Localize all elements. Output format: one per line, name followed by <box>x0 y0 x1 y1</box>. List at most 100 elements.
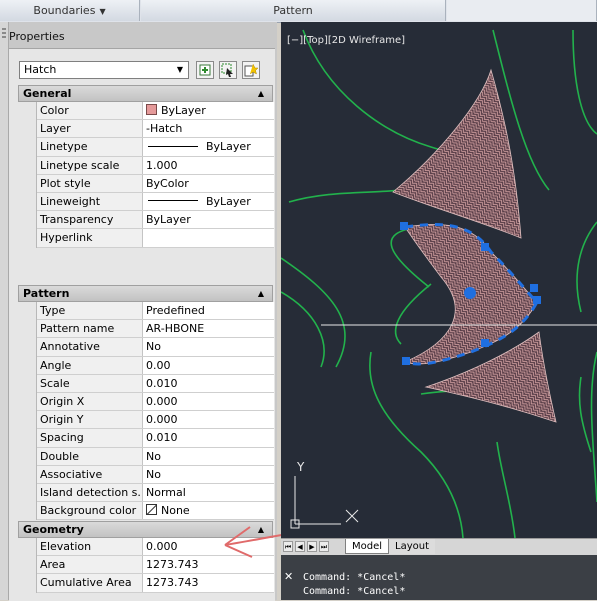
property-value[interactable]: 0.000 <box>143 538 274 556</box>
property-value[interactable]: 0.00 <box>143 356 274 374</box>
property-name: Elevation <box>37 538 143 556</box>
collapse-icon: ▲ <box>257 525 264 534</box>
property-value[interactable]: AR-HBONE <box>143 320 274 338</box>
close-icon[interactable]: ✕ <box>284 570 293 583</box>
property-row-annotative[interactable]: Annotative No <box>37 338 274 357</box>
section-title: General <box>23 87 72 100</box>
property-name: Transparency <box>37 211 143 229</box>
property-row-origin-x[interactable]: Origin X 0.000 <box>37 392 274 412</box>
property-row-background-color[interactable]: Background color None <box>37 502 274 521</box>
select-objects-icon <box>221 63 233 77</box>
property-row-area[interactable]: Area 1273.743 <box>37 556 274 575</box>
property-row-linetype[interactable]: Linetype ByLayer <box>37 138 274 157</box>
property-name: Plot style <box>37 174 143 192</box>
property-value[interactable]: Predefined <box>143 302 274 320</box>
property-row-linetype-scale[interactable]: Linetype scale 1.000 <box>37 156 274 175</box>
next-tab-button[interactable]: ▶ <box>307 541 317 552</box>
property-row-cumulative-area[interactable]: Cumulative Area 1273.743 <box>37 574 274 593</box>
property-value[interactable]: ByColor <box>143 174 274 192</box>
property-value[interactable]: No <box>143 338 274 356</box>
drawing-viewport[interactable]: Y [−][Top][2D Wireframe] <box>281 22 597 538</box>
chevron-down-icon: ▼ <box>99 7 106 16</box>
ribbon-panel-boundaries[interactable]: Boundaries ▼ <box>0 0 140 21</box>
property-value[interactable]: 0.000 <box>143 392 274 411</box>
property-value[interactable]: ByLayer <box>143 138 274 156</box>
property-row-pattern-name[interactable]: Pattern name AR-HBONE <box>37 320 274 339</box>
property-row-angle[interactable]: Angle 0.00 <box>37 356 274 375</box>
property-row-plot-style[interactable]: Plot style ByColor <box>37 174 274 193</box>
property-value[interactable]: None <box>143 502 274 520</box>
palette-title: Properties <box>9 30 65 43</box>
property-name: Origin X <box>37 392 143 411</box>
property-value-text: None <box>161 504 190 518</box>
property-value[interactable]: No <box>143 447 274 465</box>
command-line[interactable]: ✕ Command: *Cancel* Command: *Cancel* <box>281 555 597 600</box>
property-row-origin-y[interactable]: Origin Y 0.000 <box>37 411 274 430</box>
property-row-spacing[interactable]: Spacing 0.010 <box>37 429 274 448</box>
toggle-pickadd-button[interactable] <box>196 61 214 79</box>
property-name: Layer <box>37 120 143 138</box>
property-name: Angle <box>37 356 143 374</box>
property-row-hyperlink[interactable]: Hyperlink <box>37 229 274 248</box>
pattern-label: Pattern <box>273 4 313 17</box>
property-row-type[interactable]: Type Predefined <box>37 302 274 321</box>
palette-title-bar[interactable] <box>0 22 9 600</box>
property-row-lineweight[interactable]: Lineweight ByLayer <box>37 192 274 212</box>
property-value[interactable]: No <box>143 465 274 483</box>
property-value[interactable]: ByLayer <box>143 102 274 120</box>
section-general-header[interactable]: General ▲ <box>18 85 273 102</box>
drawing-canvas[interactable]: Y <box>281 22 597 538</box>
general-grid: Color ByLayer Layer -Hatch Linetype ByLayer… <box>36 102 274 248</box>
last-tab-button[interactable]: ⏭ <box>319 541 329 552</box>
first-tab-button[interactable]: ⏮ <box>283 541 293 552</box>
section-pattern-header[interactable]: Pattern ▲ <box>18 285 273 302</box>
ribbon-panel-pattern[interactable]: Pattern <box>141 0 446 21</box>
property-value[interactable] <box>143 229 274 247</box>
property-value[interactable]: -Hatch <box>143 120 274 138</box>
property-value[interactable]: 1273.743 <box>143 574 274 592</box>
ucs-icon <box>290 476 359 529</box>
property-value[interactable]: 1.000 <box>143 156 274 174</box>
property-name: Cumulative Area <box>37 574 143 592</box>
property-value[interactable]: Normal <box>143 483 274 502</box>
property-row-scale[interactable]: Scale 0.010 <box>37 374 274 393</box>
tab-model[interactable]: Model <box>345 539 390 554</box>
section-title: Geometry <box>23 523 84 536</box>
property-row-color[interactable]: Color ByLayer <box>37 102 274 121</box>
property-row-transparency[interactable]: Transparency ByLayer <box>37 211 274 230</box>
pattern-grid: Type Predefined Pattern name AR-HBONE Anno… <box>36 302 274 521</box>
property-value[interactable]: 0.010 <box>143 374 274 392</box>
section-title: Pattern <box>23 287 70 300</box>
property-row-double[interactable]: Double No <box>37 447 274 466</box>
chevron-down-icon: ▼ <box>176 65 184 74</box>
property-value[interactable]: ByLayer <box>143 211 274 229</box>
property-row-layer[interactable]: Layer -Hatch <box>37 120 274 139</box>
property-value[interactable]: ByLayer <box>143 192 274 211</box>
property-value-text: ByLayer <box>206 140 251 154</box>
collapse-icon: ▲ <box>257 289 264 298</box>
property-name: Lineweight <box>37 192 143 211</box>
property-row-island-detection[interactable]: Island detection s... Normal <box>37 483 274 503</box>
property-row-associative[interactable]: Associative No <box>37 465 274 484</box>
property-row-elevation[interactable]: Elevation 0.000 <box>37 538 274 557</box>
ucs-y-label: Y <box>296 460 305 474</box>
property-value-text: ByLayer <box>161 104 206 117</box>
lineweight-sample <box>148 200 198 202</box>
object-type-dropdown[interactable]: Hatch ▼ <box>19 61 189 79</box>
quick-select-button[interactable] <box>242 61 260 79</box>
palette-body: Hatch ▼ General ▲ Color ByLayer Layer -H… <box>9 48 275 601</box>
tab-layout[interactable]: Layout <box>389 539 435 554</box>
prev-tab-button[interactable]: ◀ <box>295 541 305 552</box>
viewport-controls-label[interactable]: [−][Top][2D Wireframe] <box>287 35 405 46</box>
object-type-value: Hatch <box>24 63 57 76</box>
property-name: Double <box>37 447 143 465</box>
property-value[interactable]: 0.010 <box>143 429 274 447</box>
select-objects-button[interactable] <box>219 61 237 79</box>
property-name: Scale <box>37 374 143 392</box>
command-history-line: Command: *Cancel* <box>303 572 406 583</box>
property-value[interactable]: 0.000 <box>143 411 274 429</box>
section-geometry-header[interactable]: Geometry ▲ <box>18 521 273 538</box>
ribbon-strip: Boundaries ▼ Pattern <box>0 0 597 23</box>
property-name: Type <box>37 302 143 320</box>
property-value[interactable]: 1273.743 <box>143 556 274 574</box>
